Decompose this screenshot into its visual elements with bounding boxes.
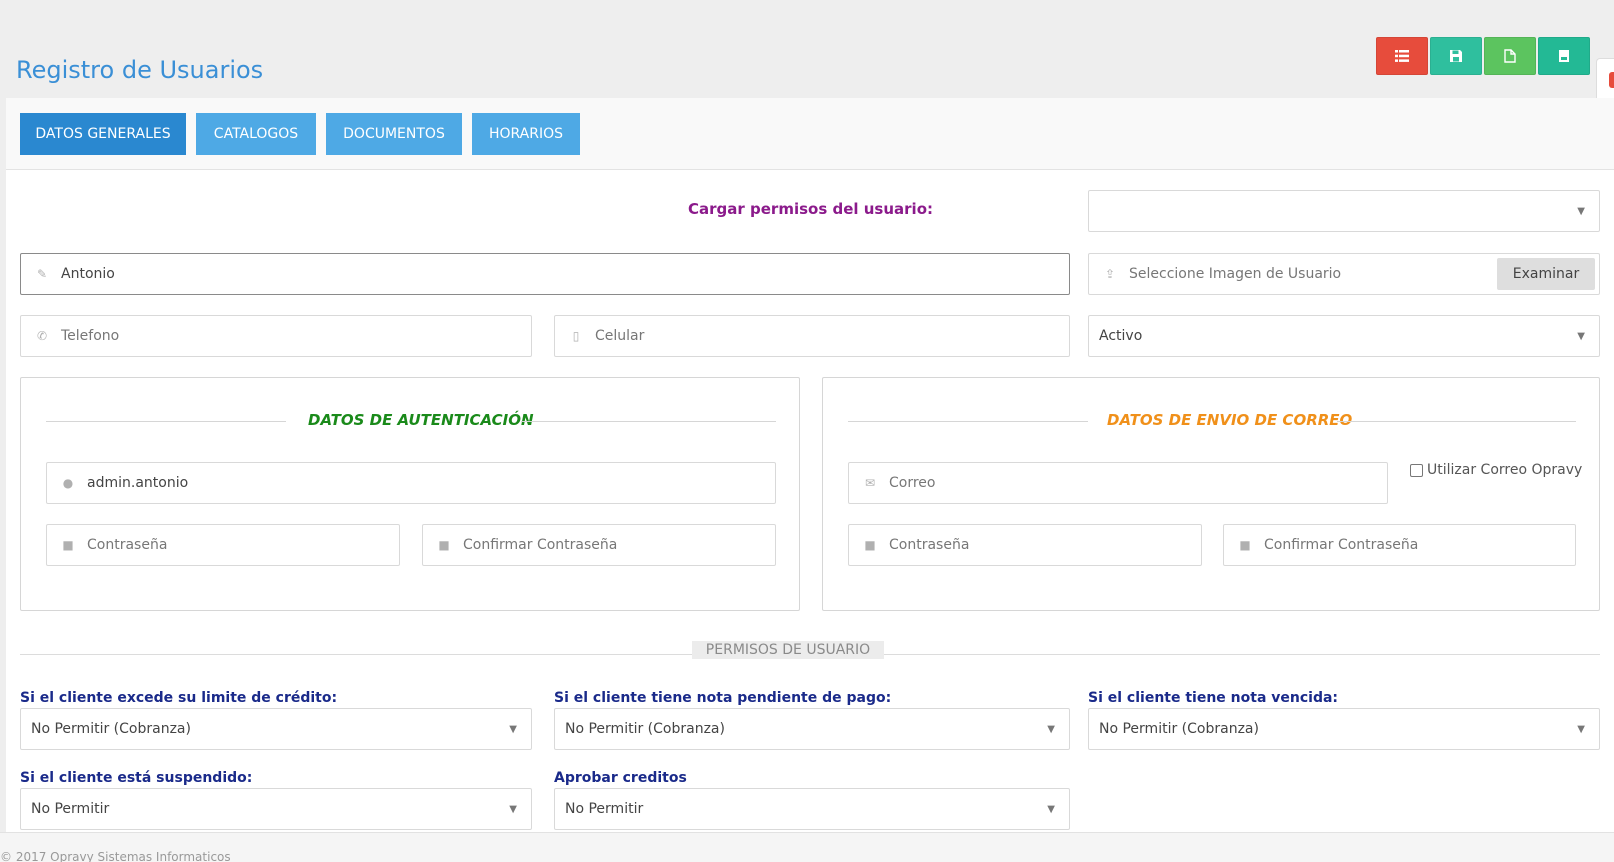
utilizar-correo-label: Utilizar Correo Opravy: [1427, 462, 1583, 478]
usuario-value: admin.antonio: [87, 475, 189, 491]
chevron-down-icon: ▼: [1577, 206, 1585, 217]
limite-credito-label: Si el cliente excede su limite de crédit…: [20, 690, 338, 706]
cargar-permisos-select[interactable]: ▼: [1088, 190, 1600, 232]
autenticacion-title: DATOS DE AUTENTICACIÓN: [308, 411, 534, 429]
estado-value: Activo: [1099, 328, 1143, 344]
lock-icon: ■: [1239, 538, 1251, 552]
save-button[interactable]: [1430, 37, 1482, 75]
celular-placeholder: Celular: [595, 328, 645, 344]
chevron-down-icon: ▼: [509, 724, 517, 735]
chevron-down-icon: ▼: [1577, 331, 1585, 342]
celular-input[interactable]: ▯ Celular: [554, 315, 1070, 357]
imagen-placeholder: Seleccione Imagen de Usuario: [1129, 266, 1342, 282]
limite-credito-select[interactable]: No Permitir (Cobranza) ▼: [20, 708, 532, 750]
page-title: Registro de Usuarios: [16, 56, 264, 84]
envelope-icon: ✉: [864, 476, 876, 490]
list-button[interactable]: [1376, 37, 1428, 75]
tab-datos-generales[interactable]: DATOS GENERALES: [20, 113, 186, 155]
usuario-input[interactable]: ● admin.antonio: [46, 462, 776, 504]
legend-line: [1337, 421, 1576, 422]
footer-copyright: © 2017 Opravy Sistemas Informaticos: [0, 850, 231, 862]
lock-icon: ■: [864, 538, 876, 552]
phone-icon: ✆: [36, 329, 48, 343]
footer: [0, 832, 1614, 862]
nota-pendiente-value: No Permitir (Cobranza): [565, 721, 725, 737]
legend-line: [46, 421, 286, 422]
floppy-icon: [1450, 50, 1462, 62]
correo-password-placeholder: Contraseña: [889, 537, 970, 553]
tab-horarios[interactable]: HORARIOS: [472, 113, 580, 155]
file-icon: [1504, 49, 1516, 63]
nota-pendiente-select[interactable]: No Permitir (Cobranza) ▼: [554, 708, 1070, 750]
telefono-input[interactable]: ✆ Telefono: [20, 315, 532, 357]
nombre-input[interactable]: ✎ Antonio: [20, 253, 1070, 295]
nombre-value: Antonio: [61, 266, 115, 282]
correo-password-input[interactable]: ■ Contraseña: [848, 524, 1202, 566]
suspendido-label: Si el cliente está suspendido:: [20, 770, 253, 786]
auth-password-placeholder: Contraseña: [87, 537, 168, 553]
auth-confirm-placeholder: Confirmar Contraseña: [463, 537, 618, 553]
lock-icon: ■: [438, 538, 450, 552]
cargar-permisos-label: Cargar permisos del usuario:: [688, 200, 933, 218]
tabs-bar: DATOS GENERALES CATALOGOS DOCUMENTOS HOR…: [6, 98, 1614, 170]
new-document-button[interactable]: [1484, 37, 1536, 75]
correo-envio-box: DATOS DE ENVIO DE CORREO ✉ Correo Utiliz…: [822, 377, 1600, 611]
list-icon: [1395, 50, 1409, 62]
aprobar-creditos-value: No Permitir: [565, 801, 644, 817]
utilizar-correo-checkbox[interactable]: Utilizar Correo Opravy: [1410, 462, 1582, 478]
checkbox-box[interactable]: [1410, 463, 1423, 477]
nota-vencida-value: No Permitir (Cobranza): [1099, 721, 1259, 737]
estado-select[interactable]: Activo ▼: [1088, 315, 1600, 357]
nota-pendiente-label: Si el cliente tiene nota pendiente de pa…: [554, 690, 892, 706]
form-panel: DATOS GENERALES CATALOGOS DOCUMENTOS HOR…: [6, 98, 1614, 838]
nota-vencida-select[interactable]: No Permitir (Cobranza) ▼: [1088, 708, 1600, 750]
correo-envio-title: DATOS DE ENVIO DE CORREO: [1107, 411, 1353, 429]
side-panel-toggle[interactable]: [1596, 58, 1614, 102]
examinar-button[interactable]: Examinar: [1497, 258, 1595, 290]
limite-credito-value: No Permitir (Cobranza): [31, 721, 191, 737]
chevron-down-icon: ▼: [509, 804, 517, 815]
imagen-usuario-input[interactable]: ⇪ Seleccione Imagen de Usuario Examinar: [1088, 253, 1600, 295]
aprobar-creditos-select[interactable]: No Permitir ▼: [554, 788, 1070, 830]
chevron-down-icon: ▼: [1577, 724, 1585, 735]
edit-icon: ✎: [36, 267, 48, 281]
tab-documentos[interactable]: DOCUMENTOS: [326, 113, 462, 155]
upload-icon: ⇪: [1104, 267, 1116, 281]
correo-confirm-password-input[interactable]: ■ Confirmar Contraseña: [1223, 524, 1576, 566]
mobile-icon: ▯: [572, 329, 580, 343]
tab-catalogos[interactable]: CATALOGOS: [196, 113, 316, 155]
auth-confirm-password-input[interactable]: ■ Confirmar Contraseña: [422, 524, 776, 566]
nota-vencida-label: Si el cliente tiene nota vencida:: [1088, 690, 1339, 706]
user-icon: ●: [62, 476, 74, 490]
suspendido-select[interactable]: No Permitir ▼: [20, 788, 532, 830]
legend-line: [521, 421, 776, 422]
suspendido-value: No Permitir: [31, 801, 110, 817]
toolbar: [1376, 37, 1590, 75]
auth-password-input[interactable]: ■ Contraseña: [46, 524, 400, 566]
bookmark-icon: [1559, 50, 1569, 62]
permisos-title: PERMISOS DE USUARIO: [692, 641, 884, 659]
lock-icon: ■: [62, 538, 74, 552]
autenticacion-box: DATOS DE AUTENTICACIÓN ● admin.antonio ■…: [20, 377, 800, 611]
chevron-down-icon: ▼: [1047, 804, 1055, 815]
aprobar-creditos-label: Aprobar creditos: [554, 770, 687, 786]
correo-confirm-placeholder: Confirmar Contraseña: [1264, 537, 1419, 553]
bookmark-button[interactable]: [1538, 37, 1590, 75]
telefono-placeholder: Telefono: [61, 328, 120, 344]
legend-line: [848, 421, 1088, 422]
chevron-down-icon: ▼: [1047, 724, 1055, 735]
correo-placeholder: Correo: [889, 475, 936, 491]
correo-input[interactable]: ✉ Correo: [848, 462, 1388, 504]
